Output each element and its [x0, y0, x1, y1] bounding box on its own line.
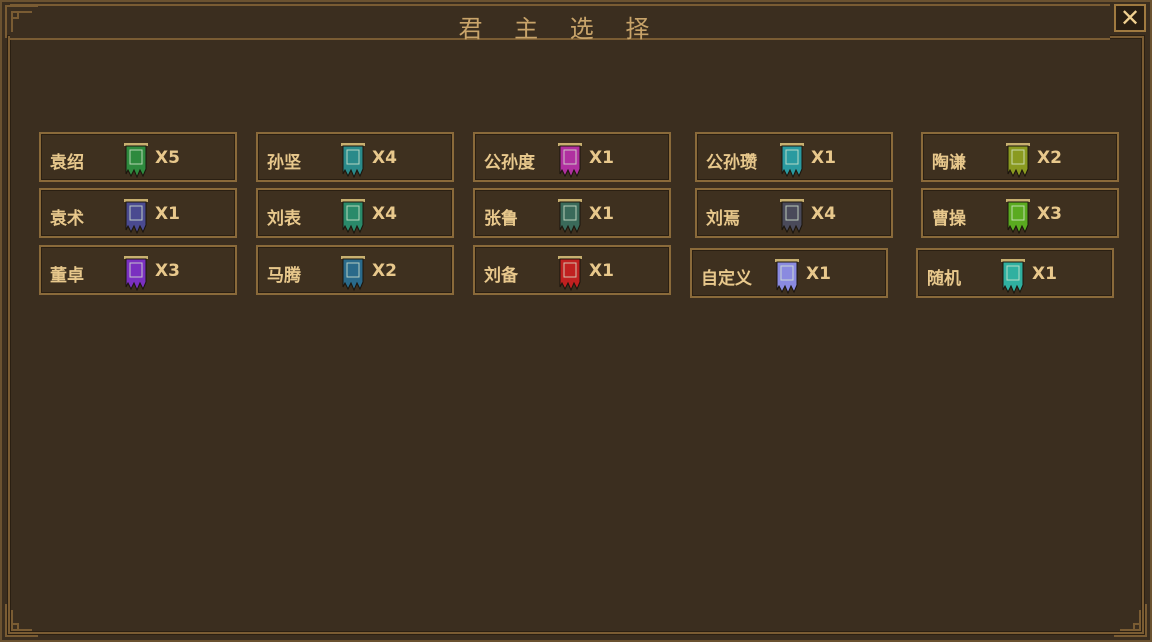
ruler-count: X4 [811, 204, 836, 224]
ruler-name: 陶谦 [932, 153, 966, 173]
ruler-card[interactable]: 袁术 X1 [39, 188, 237, 238]
ruler-card[interactable]: 曹操 X3 [921, 188, 1119, 238]
ruler-name: 刘备 [484, 266, 518, 286]
ruler-name: 刘表 [267, 209, 301, 229]
lavender-banner-icon [772, 258, 802, 294]
indigo-banner-icon [121, 198, 151, 234]
darkteal-banner-icon [555, 198, 585, 234]
corner-ornament-bottom-left [4, 602, 40, 638]
ruler-count: X4 [372, 148, 397, 168]
window-title: 君 主 选 择 [458, 15, 662, 43]
ruler-card[interactable]: 刘备 X1 [473, 245, 671, 295]
ruler-count: X1 [811, 148, 836, 168]
ruler-name: 袁绍 [50, 153, 84, 173]
ruler-card[interactable]: 刘表 X4 [256, 188, 454, 238]
lime-banner-icon [1003, 198, 1033, 234]
ruler-name: 马腾 [267, 266, 301, 286]
ruler-card[interactable]: 陶谦 X2 [921, 132, 1119, 182]
ruler-count: X1 [589, 261, 614, 281]
ruler-name: 张鲁 [484, 209, 518, 229]
ruler-count: X5 [155, 148, 180, 168]
blue-banner-icon [338, 255, 368, 291]
ruler-count: X2 [372, 261, 397, 281]
cyan-banner-icon [777, 142, 807, 178]
ruler-count: X1 [589, 148, 614, 168]
window-frame [8, 36, 1144, 634]
ruler-card[interactable]: 随机 X1 [916, 248, 1114, 298]
ruler-card[interactable]: 公孙瓒 X1 [695, 132, 893, 182]
gray-banner-icon [777, 198, 807, 234]
ruler-name: 袁术 [50, 209, 84, 229]
ruler-card[interactable]: 刘焉 X4 [695, 188, 893, 238]
red-banner-icon [555, 255, 585, 291]
green-banner-icon [121, 142, 151, 178]
ruler-name: 随机 [927, 269, 961, 289]
olive-banner-icon [1003, 142, 1033, 178]
ruler-card[interactable]: 马腾 X2 [256, 245, 454, 295]
purple-banner-icon [121, 255, 151, 291]
ruler-card[interactable]: 公孙度 X1 [473, 132, 671, 182]
ruler-card[interactable]: 张鲁 X1 [473, 188, 671, 238]
ruler-count: X2 [1037, 148, 1062, 168]
aqua-banner-icon [998, 258, 1028, 294]
ruler-name: 刘焉 [706, 209, 740, 229]
seagreen-banner-icon [338, 198, 368, 234]
corner-ornament-bottom-right [1112, 602, 1148, 638]
ruler-name: 自定义 [701, 269, 752, 289]
ruler-count: X1 [589, 204, 614, 224]
ruler-count: X3 [1037, 204, 1062, 224]
ruler-name: 公孙瓒 [706, 153, 757, 173]
ruler-name: 公孙度 [484, 153, 535, 173]
ruler-count: X1 [806, 264, 831, 284]
ruler-count: X1 [155, 204, 180, 224]
ruler-count: X4 [372, 204, 397, 224]
ruler-count: X1 [1032, 264, 1057, 284]
ruler-card[interactable]: 自定义 X1 [690, 248, 888, 298]
title-bar: 君 主 选 择 [10, 4, 1110, 43]
ruler-card[interactable]: 孙坚 X4 [256, 132, 454, 182]
teal-banner-icon [338, 142, 368, 178]
ruler-select-window: 君 主 选 择 ✕ 袁绍 X5 孙坚 X4 公孙度 X1 公孙瓒 X1 陶谦 X2 袁术 X1 刘表 X4… [0, 0, 1152, 642]
corner-ornament-top-left [4, 4, 40, 40]
ruler-name: 董卓 [50, 266, 84, 286]
ruler-name: 曹操 [932, 209, 966, 229]
close-button[interactable]: ✕ [1114, 4, 1146, 32]
ruler-card[interactable]: 董卓 X3 [39, 245, 237, 295]
ruler-name: 孙坚 [267, 153, 301, 173]
ruler-count: X3 [155, 261, 180, 281]
ruler-card[interactable]: 袁绍 X5 [39, 132, 237, 182]
magenta-banner-icon [555, 142, 585, 178]
close-icon: ✕ [1119, 4, 1141, 32]
